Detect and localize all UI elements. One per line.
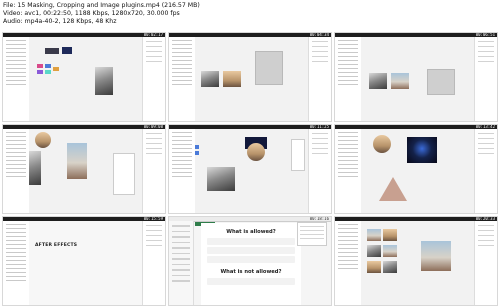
layers-panel <box>169 129 196 213</box>
properties-panel <box>142 129 165 213</box>
color-swatch <box>195 145 199 149</box>
thumbnail-5[interactable]: 00:11:25 <box>168 124 332 214</box>
canvas-frame <box>427 69 455 95</box>
video-info: Video: avc1, 00:22:50, 1188 Kbps, 1280x7… <box>3 10 180 17</box>
canvas-image <box>369 73 387 89</box>
canvas-tile <box>62 47 72 54</box>
canvas-image <box>383 261 397 273</box>
design-canvas <box>361 37 475 121</box>
thumbnail-8[interactable]: 00:18:16 What is allowed? What is not al… <box>168 216 332 306</box>
timestamp: 00:18:16 <box>309 216 329 221</box>
properties-panel <box>308 129 331 213</box>
layers-panel <box>335 221 362 305</box>
canvas-image <box>383 245 397 257</box>
paragraph-block <box>207 256 295 263</box>
allowed-heading: What is allowed? <box>226 229 276 235</box>
paragraph-block <box>207 278 295 285</box>
design-canvas: AFTER EFFECTS <box>29 221 143 305</box>
design-canvas <box>361 129 475 213</box>
glow-image <box>407 137 437 163</box>
color-swatch <box>45 70 51 74</box>
not-allowed-heading: What is not allowed? <box>220 269 282 275</box>
audio-info: Audio: mp4a-40-2, 128 Kbps, 48 Khz <box>3 18 117 25</box>
canvas-image <box>367 245 381 257</box>
canvas-frame <box>255 51 283 85</box>
canvas-image <box>391 73 409 89</box>
thumbnail-7[interactable]: 00:15:59 AFTER EFFECTS <box>2 216 166 306</box>
properties-panel <box>308 37 331 121</box>
canvas-image <box>201 71 219 87</box>
circle-mask-image <box>35 132 51 148</box>
design-canvas <box>195 37 309 121</box>
triangle-mask-image <box>379 177 407 201</box>
video-info-header: File: 15 Masking, Cropping and Image plu… <box>3 2 497 32</box>
layers-panel <box>169 37 196 121</box>
file-info: File: 15 Masking, Cropping and Image plu… <box>3 2 200 9</box>
properties-panel <box>474 221 497 305</box>
thumbnail-2[interactable]: 00:04:34 <box>168 32 332 122</box>
thumbnail-grid: 00:02:17 00:04:34 00:06:51 00:09:08 00:1… <box>2 32 498 306</box>
properties-panel <box>142 221 165 305</box>
canvas-image <box>223 71 241 87</box>
canvas-image <box>367 229 381 241</box>
layers-panel <box>3 221 30 305</box>
layers-panel <box>335 37 362 121</box>
thumbnail-4[interactable]: 00:09:08 <box>2 124 166 214</box>
circle-mask-image <box>247 143 265 161</box>
thumbnail-3[interactable]: 00:06:51 <box>334 32 498 122</box>
paragraph-block <box>207 247 295 254</box>
properties-panel <box>474 129 497 213</box>
color-swatch <box>195 151 199 155</box>
circle-mask-image <box>373 135 391 153</box>
thumbnail-9[interactable]: 00:20:33 <box>334 216 498 306</box>
plugin-panel <box>291 139 305 171</box>
color-swatch <box>37 70 43 74</box>
document-page: What is allowed? What is not allowed? <box>201 223 301 305</box>
color-swatch <box>45 64 51 68</box>
canvas-image <box>67 143 87 179</box>
canvas-title: AFTER EFFECTS <box>35 243 78 248</box>
canvas-image <box>207 167 235 191</box>
layers-panel <box>3 37 30 121</box>
comment-box <box>297 222 327 246</box>
crop-dialog <box>113 153 135 195</box>
design-canvas <box>29 129 143 213</box>
canvas-tile <box>45 48 59 54</box>
canvas-image <box>367 261 381 273</box>
thumbnail-6[interactable]: 00:13:42 <box>334 124 498 214</box>
color-swatch <box>53 67 59 71</box>
layers-panel <box>335 129 362 213</box>
color-swatch <box>37 64 43 68</box>
thumbnail-1[interactable]: 00:02:17 <box>2 32 166 122</box>
preview-image <box>421 241 451 271</box>
design-canvas <box>29 37 143 121</box>
canvas-image <box>95 67 113 95</box>
design-canvas <box>361 221 475 305</box>
properties-panel <box>142 37 165 121</box>
canvas-image <box>29 151 41 185</box>
properties-panel <box>474 37 497 121</box>
layers-panel <box>3 129 30 213</box>
doc-sidebar <box>169 221 194 305</box>
paragraph-block <box>207 238 295 245</box>
design-canvas <box>195 129 309 213</box>
canvas-image <box>383 229 397 241</box>
